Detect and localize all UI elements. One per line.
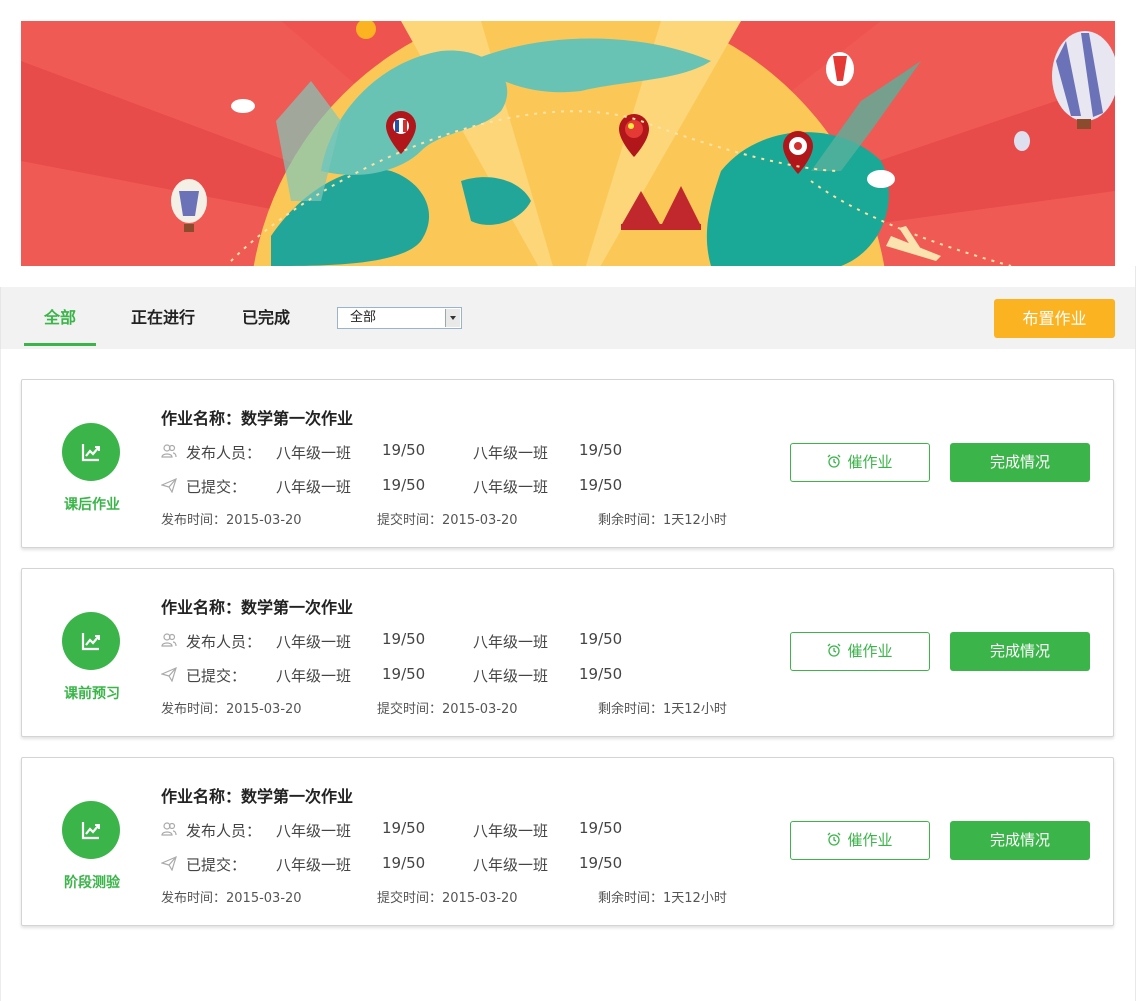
class-name: 八年级一班 — [473, 856, 549, 874]
trend-chart-icon — [81, 822, 100, 840]
submitted-label: 已提交： — [186, 667, 247, 685]
submission-count: 19/50 — [382, 630, 426, 648]
class-name: 八年级一班 — [473, 478, 549, 496]
users-icon — [161, 444, 177, 458]
submitted-label: 已提交： — [186, 856, 247, 874]
submit-time: 提交时间：2015-03-20 — [377, 702, 518, 717]
alarm-clock-icon — [828, 832, 841, 846]
class-name: 八年级一班 — [473, 633, 549, 651]
homework-title: 作业名称：数学第一次作业 — [161, 409, 354, 428]
submission-count: 19/50 — [382, 476, 426, 494]
class-name: 八年级一班 — [276, 856, 352, 874]
balloon-icon — [1014, 131, 1030, 151]
alarm-clock-icon — [828, 454, 841, 468]
urge-homework-label: 催作业 — [847, 831, 893, 849]
remaining-time: 剩余时间：1天12小时 — [598, 702, 727, 717]
tab-all[interactable]: 全部 — [24, 287, 96, 349]
completion-status-button[interactable]: 完成情况 — [950, 443, 1090, 482]
submission-count: 19/50 — [382, 819, 426, 837]
class-name: 八年级一班 — [276, 478, 352, 496]
homework-type-label: 阶段测验 — [64, 875, 120, 891]
balloon-icon — [826, 52, 854, 86]
homework-type-badge — [62, 423, 120, 481]
class-name: 八年级一班 — [473, 444, 549, 462]
submission-count: 19/50 — [382, 441, 426, 459]
class-name: 八年级一班 — [473, 822, 549, 840]
submission-count: 19/50 — [579, 854, 623, 872]
class-name: 八年级一班 — [276, 822, 352, 840]
urge-homework-label: 催作业 — [847, 642, 893, 660]
filter-select[interactable]: 全部 — [337, 307, 462, 329]
tab-all-label: 全部 — [43, 308, 76, 327]
send-icon — [161, 477, 177, 493]
remaining-time: 剩余时间：1天12小时 — [598, 513, 727, 528]
publisher-label: 发布人员： — [186, 822, 262, 840]
homework-type-label: 课后作业 — [64, 497, 120, 513]
users-icon — [161, 822, 177, 836]
homework-card: 阶段测验 作业名称：数学第一次作业 发布人员： 八年级一班 19/50 八年级一… — [21, 757, 1114, 926]
urge-homework-label: 催作业 — [847, 453, 893, 471]
urge-homework-button[interactable]: 催作业 — [790, 443, 930, 482]
remaining-time: 剩余时间：1天12小时 — [598, 891, 727, 906]
publish-time: 发布时间：2015-03-20 — [161, 702, 302, 717]
publisher-label: 发布人员： — [186, 444, 262, 462]
submission-count: 19/50 — [579, 819, 623, 837]
assign-homework-button[interactable]: 布置作业 — [994, 299, 1115, 338]
homework-type-label: 课前预习 — [64, 686, 120, 702]
tab-in-progress-label: 正在进行 — [130, 308, 195, 327]
chevron-down-icon[interactable] — [445, 309, 460, 327]
completion-status-button[interactable]: 完成情况 — [950, 632, 1090, 671]
alarm-clock-icon — [828, 643, 841, 657]
tab-in-progress[interactable]: 正在进行 — [123, 287, 203, 349]
publish-time: 发布时间：2015-03-20 — [161, 513, 302, 528]
filter-toolbar: 全部 正在进行 已完成 全部 布置作业 — [0, 287, 1136, 349]
submit-time: 提交时间：2015-03-20 — [377, 891, 518, 906]
active-tab-underline — [24, 343, 96, 346]
right-divider — [1135, 266, 1136, 1001]
submission-count: 19/50 — [579, 441, 623, 459]
send-icon — [161, 855, 177, 871]
class-name: 八年级一班 — [276, 633, 352, 651]
submission-count: 19/50 — [382, 665, 426, 683]
banner-illustration — [21, 21, 1115, 266]
completion-status-button[interactable]: 完成情况 — [950, 821, 1090, 860]
class-name: 八年级一班 — [276, 444, 352, 462]
submission-count: 19/50 — [579, 665, 623, 683]
submit-time: 提交时间：2015-03-20 — [377, 513, 518, 528]
trend-chart-icon — [81, 633, 100, 651]
tab-completed-label: 已完成 — [241, 308, 290, 327]
submission-count: 19/50 — [382, 854, 426, 872]
send-icon — [161, 666, 177, 682]
publisher-label: 发布人员： — [186, 633, 262, 651]
homework-card: 课前预习 作业名称：数学第一次作业 发布人员： 八年级一班 19/50 八年级一… — [21, 568, 1114, 737]
homework-title: 作业名称：数学第一次作业 — [161, 787, 354, 806]
class-name: 八年级一班 — [276, 667, 352, 685]
travel-banner — [21, 21, 1115, 266]
homework-title: 作业名称：数学第一次作业 — [161, 598, 354, 617]
urge-homework-button[interactable]: 催作业 — [790, 632, 930, 671]
class-name: 八年级一班 — [473, 667, 549, 685]
tab-completed[interactable]: 已完成 — [235, 287, 297, 349]
homework-type-badge — [62, 801, 120, 859]
submission-count: 19/50 — [579, 630, 623, 648]
homework-type-badge — [62, 612, 120, 670]
submitted-label: 已提交： — [186, 478, 247, 496]
publish-time: 发布时间：2015-03-20 — [161, 891, 302, 906]
users-icon — [161, 633, 177, 647]
homework-card: 课后作业 作业名称：数学第一次作业 发布人员： 八年级一班 19/50 八年级一… — [21, 379, 1114, 548]
homework-page: 全部 正在进行 已完成 全部 布置作业 课后作业 作业名称：数学第一次作业 发布… — [0, 0, 1138, 1001]
trend-chart-icon — [81, 444, 100, 462]
urge-homework-button[interactable]: 催作业 — [790, 821, 930, 860]
filter-select-value: 全部 — [350, 310, 377, 325]
submission-count: 19/50 — [579, 476, 623, 494]
left-divider — [0, 349, 1, 1001]
